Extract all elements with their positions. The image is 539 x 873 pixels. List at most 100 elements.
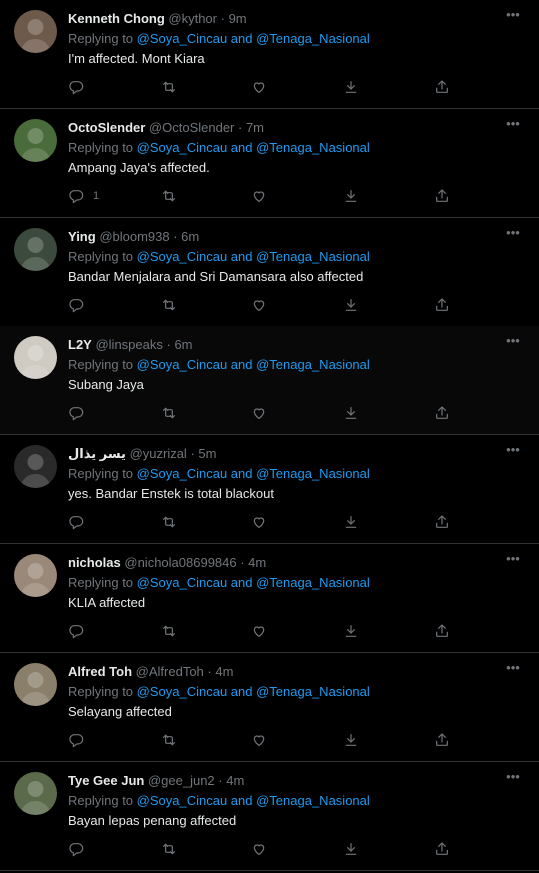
more-options-icon[interactable]: ••• <box>503 226 523 244</box>
download-button[interactable] <box>343 620 359 642</box>
display-name[interactable]: يسر يذال <box>68 446 126 461</box>
display-name[interactable]: Ying <box>68 229 96 244</box>
user-handle[interactable]: @linspeaks <box>95 337 162 352</box>
mention-link[interactable]: @Soya_Cincau <box>137 793 228 808</box>
reply-button[interactable] <box>68 511 93 533</box>
share-button[interactable] <box>434 402 450 424</box>
timestamp[interactable]: 4m <box>215 664 233 679</box>
retweet-button[interactable] <box>161 620 177 642</box>
mention-link[interactable]: @Tenaga_Nasional <box>256 575 370 590</box>
display-name[interactable]: Kenneth Chong <box>68 11 165 26</box>
tweet-reply[interactable]: Kenneth Chong @kythor · 9m ••• Replying to… <box>0 0 539 109</box>
tweet-reply[interactable]: nicholas @nichola08699846 · 4m ••• Replyin… <box>0 544 539 653</box>
share-button[interactable] <box>434 729 450 751</box>
share-button[interactable] <box>434 294 450 316</box>
mention-link[interactable]: @Tenaga_Nasional <box>256 249 370 264</box>
user-handle[interactable]: @OctoSlender <box>149 120 234 135</box>
mention-link[interactable]: @Tenaga_Nasional <box>256 357 370 372</box>
retweet-button[interactable] <box>161 76 177 98</box>
mention-conjunction[interactable]: and <box>227 140 256 155</box>
reply-button[interactable] <box>68 729 93 751</box>
reply-button[interactable] <box>68 620 93 642</box>
mention-link[interactable]: @Soya_Cincau <box>137 249 228 264</box>
more-options-icon[interactable]: ••• <box>503 552 523 570</box>
share-button[interactable] <box>434 511 450 533</box>
mention-link[interactable]: @Tenaga_Nasional <box>256 466 370 481</box>
download-button[interactable] <box>343 838 359 860</box>
reply-button[interactable] <box>68 294 93 316</box>
display-name[interactable]: L2Y <box>68 337 92 352</box>
mention-link[interactable]: @Soya_Cincau <box>137 684 228 699</box>
mention-link[interactable]: @Soya_Cincau <box>137 140 228 155</box>
retweet-button[interactable] <box>161 729 177 751</box>
more-options-icon[interactable]: ••• <box>503 443 523 461</box>
retweet-button[interactable] <box>161 402 177 424</box>
more-options-icon[interactable]: ••• <box>503 334 523 352</box>
mention-link[interactable]: @Soya_Cincau <box>137 466 228 481</box>
mention-link[interactable]: @Tenaga_Nasional <box>256 140 370 155</box>
timestamp[interactable]: 9m <box>229 11 247 26</box>
user-handle[interactable]: @nichola08699846 <box>124 555 236 570</box>
mention-link[interactable]: @Tenaga_Nasional <box>256 31 370 46</box>
download-button[interactable] <box>343 402 359 424</box>
share-button[interactable] <box>434 838 450 860</box>
mention-link[interactable]: @Soya_Cincau <box>137 31 228 46</box>
timestamp[interactable]: 4m <box>226 773 244 788</box>
share-button[interactable] <box>434 76 450 98</box>
like-button[interactable] <box>251 620 267 642</box>
avatar[interactable] <box>14 119 57 162</box>
user-handle[interactable]: @kythor <box>168 11 217 26</box>
user-handle[interactable]: @bloom938 <box>99 229 169 244</box>
retweet-button[interactable] <box>161 838 177 860</box>
more-options-icon[interactable]: ••• <box>503 770 523 788</box>
reply-button[interactable] <box>68 402 93 424</box>
avatar[interactable] <box>14 445 57 488</box>
timestamp[interactable]: 5m <box>198 446 216 461</box>
mention-conjunction[interactable]: and <box>227 249 256 264</box>
download-button[interactable] <box>343 185 359 207</box>
more-options-icon[interactable]: ••• <box>503 661 523 679</box>
download-button[interactable] <box>343 76 359 98</box>
like-button[interactable] <box>251 76 267 98</box>
like-button[interactable] <box>251 294 267 316</box>
download-button[interactable] <box>343 294 359 316</box>
mention-conjunction[interactable]: and <box>227 684 256 699</box>
display-name[interactable]: Tye Gee Jun <box>68 773 144 788</box>
reply-button[interactable] <box>68 838 93 860</box>
avatar[interactable] <box>14 10 57 53</box>
tweet-reply[interactable]: OctoSlender @OctoSlender · 7m ••• Replying… <box>0 109 539 218</box>
share-button[interactable] <box>434 185 450 207</box>
mention-conjunction[interactable]: and <box>227 793 256 808</box>
retweet-button[interactable] <box>161 511 177 533</box>
mention-conjunction[interactable]: and <box>227 31 256 46</box>
avatar[interactable] <box>14 554 57 597</box>
mention-conjunction[interactable]: and <box>227 466 256 481</box>
retweet-button[interactable] <box>161 294 177 316</box>
tweet-reply[interactable]: Ying @bloom938 · 6m ••• Replying to @Soya_… <box>0 218 539 327</box>
avatar[interactable] <box>14 336 57 379</box>
reply-button[interactable] <box>68 76 93 98</box>
display-name[interactable]: OctoSlender <box>68 120 145 135</box>
like-button[interactable] <box>251 729 267 751</box>
timestamp[interactable]: 4m <box>248 555 266 570</box>
timestamp[interactable]: 7m <box>246 120 264 135</box>
mention-conjunction[interactable]: and <box>227 575 256 590</box>
like-button[interactable] <box>251 402 267 424</box>
user-handle[interactable]: @yuzrizal <box>130 446 187 461</box>
avatar[interactable] <box>14 772 57 815</box>
tweet-reply[interactable]: Tye Gee Jun @gee_jun2 · 4m ••• Replying to… <box>0 762 539 871</box>
user-handle[interactable]: @gee_jun2 <box>148 773 215 788</box>
more-options-icon[interactable]: ••• <box>503 8 523 26</box>
like-button[interactable] <box>251 185 267 207</box>
more-options-icon[interactable]: ••• <box>503 117 523 135</box>
timestamp[interactable]: 6m <box>181 229 199 244</box>
tweet-reply[interactable]: يسر يذال @yuzrizal · 5m ••• Replying to @S… <box>0 435 539 544</box>
display-name[interactable]: Alfred Toh <box>68 664 132 679</box>
reply-timeline[interactable]: Kenneth Chong @kythor · 9m ••• Replying to… <box>0 0 539 873</box>
tweet-reply[interactable]: L2Y @linspeaks · 6m ••• Replying to @Soya_… <box>0 326 539 435</box>
avatar[interactable] <box>14 663 57 706</box>
retweet-button[interactable] <box>161 185 177 207</box>
timestamp[interactable]: 6m <box>174 337 192 352</box>
mention-link[interactable]: @Tenaga_Nasional <box>256 684 370 699</box>
like-button[interactable] <box>251 511 267 533</box>
